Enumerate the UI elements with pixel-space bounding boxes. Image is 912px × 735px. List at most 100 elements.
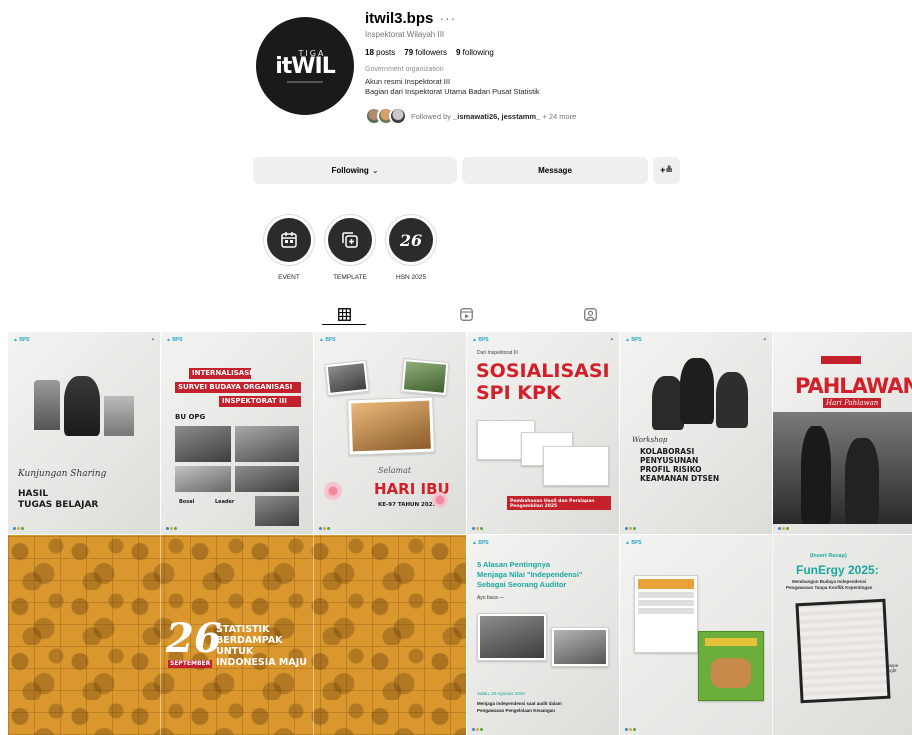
highlight-template[interactable]: TEMPLATE [324,214,376,281]
carousel-dots [319,527,330,530]
post-title: Menjaga Nilai "Independensi" [477,570,583,579]
hanging-photo [324,359,370,397]
post-tile[interactable]: PAHLAWAN Hari Pahlawan [773,332,912,534]
bps-logo-icon: ▲ BPS [472,337,489,343]
active-tab-indicator [322,324,366,325]
tab-tagged[interactable] [583,307,597,321]
highlight-ring [324,214,376,266]
post-subtitle: Pengawasan Tanpa Konflik Kepentingan [786,585,873,590]
event-flyer [698,631,764,701]
post-tile[interactable]: ▲ BPS ✦ Dari Inspektorat III SOSIALISASI… [467,332,619,534]
post-script-text: Workshop [632,436,668,444]
post-tile[interactable]: ▲ BPS Selamat HARI IBU KE-97 TAHUN 2025 [314,332,466,534]
post-brand: BU OPG [175,413,206,421]
highlight-hsn-2025[interactable]: 26 HSN 2025 [385,214,437,281]
avatar-logo-top: TIGA [298,49,326,58]
swipe-hint: Swipe Right [886,663,899,674]
username-row: itwil3.bps ··· [365,8,685,28]
template-icon [328,218,372,262]
profile-bio: Akun resmi Inspektorat III Bagian dari I… [365,77,685,97]
statue-photo [773,412,912,524]
bps-logo-icon: ▲ BPS [13,337,30,343]
post-tile[interactable]: ▲ BPS (Insert Recap) FunErgy 2025: Memba… [620,535,912,735]
profile-info: itwil3.bps ··· Inspektorat Wilayah III 1… [365,8,685,125]
posts-grid: ▲ BPS ✦ Kunjungan Sharing HASIL TUGAS BE… [8,332,912,735]
more-options-icon[interactable]: ··· [439,11,456,25]
profile-stats: 18 posts 79 followers 9 following [365,48,685,57]
post-title: INDONESIA MAJU [216,657,307,668]
post-title: BERDAMPAK [216,635,283,646]
followed-by[interactable]: Followed by _ismawati26, jesstamm_ + 24 … [365,107,685,125]
hanging-photo [347,396,435,456]
post-mark-icon: ✦ [150,337,155,343]
suggested-accounts-button[interactable]: +≗ [653,157,680,184]
event-badge [821,356,861,364]
post-subtitle: KE-97 TAHUN 2025 [378,502,437,508]
person-photo [680,358,714,424]
post-script-text: Hari Pahlawan [823,398,882,408]
post-tile[interactable]: ▲ BPS ✦ Workshop KOLABORASI PENYUSUNAN P… [620,332,772,534]
following-count[interactable]: 9 following [456,48,494,57]
post-tile[interactable]: ▲ BPS 5 Alasan Pentingnya Menjaga Nilai … [467,535,619,735]
carousel-dots [13,527,24,530]
followed-by-text: Followed by _ismawati26, jesstamm_ + 24 … [411,111,577,121]
event-flyer [634,575,698,653]
add-person-icon: +≗ [660,165,673,175]
meeting-photo [255,496,299,526]
post-kicker: Dari Inspektorat III [477,350,518,356]
post-script-text: Selamat [378,466,412,475]
bps-logo-icon: ▲ BPS [166,337,183,343]
post-kicker: (Insert Recap) [810,553,847,559]
followers-count[interactable]: 79 followers [404,48,447,57]
following-label: Following [331,166,369,175]
person-photo [64,376,100,436]
carousel-dots [625,728,636,731]
post-mark-icon: ✦ [609,337,614,343]
post-title: STATISTIK [216,624,270,635]
carousel-dots [166,527,177,530]
post-label: Bosal [179,499,195,505]
profile-avatar[interactable]: TIGA itWIL [256,17,354,115]
tab-posts[interactable] [337,307,351,321]
post-tile[interactable]: ▲ BPS INTERNALISASI SURVEI BUDAYA ORGANI… [161,332,313,534]
bio-line: Akun resmi Inspektorat III [365,77,451,86]
post-tile[interactable]: 26 SEPTEMBER STATISTIK BERDAMPAK UNTUK I… [8,535,466,735]
highlight-ring [263,214,315,266]
highlight-event[interactable]: EVENT [263,214,315,281]
highlight-label: HSN 2025 [396,274,426,281]
username: itwil3.bps [365,9,434,27]
posts-count: 18 posts [365,48,396,57]
message-label: Message [538,166,572,175]
post-title: KOLABORASI [640,447,695,456]
post-caption: Pembahasan Hasil dan Persiapan Pengambil… [510,499,595,509]
carousel-dots [778,527,789,530]
post-subtitle: Membangun Budaya Independensi [792,579,867,584]
meeting-photo [175,466,231,492]
statue-figure [801,426,831,524]
follower-avatars [365,107,407,125]
hsn-month: SEPTEMBER [168,660,213,668]
post-mark-icon: ✦ [762,337,767,343]
display-name: Inspektorat Wilayah III [365,30,445,39]
hsn-icon-glyph: 26 [399,230,423,250]
post-title: 5 Alasan Pentingnya [477,560,551,569]
bps-logo-icon: ▲ BPS [625,540,642,546]
profile-category: Government organization [365,66,444,73]
post-footer: Sabtu, 20 Agustus 2025 [477,691,525,696]
avatar-logo-underline [287,81,323,83]
tab-reels[interactable] [459,307,473,321]
photo-frame [795,598,891,704]
post-title: HASIL [18,489,49,499]
post-tile[interactable]: ▲ BPS ✦ Kunjungan Sharing HASIL TUGAS BE… [8,332,160,534]
bps-logo-icon: ▲ BPS [472,540,489,546]
presentation-slide [543,446,609,486]
following-button[interactable]: Following ⌄ [253,157,457,184]
post-title: PROFIL RISIKO [640,465,702,474]
chevron-down-icon: ⌄ [371,166,379,175]
hsn-icon: 26 [389,218,433,262]
message-button[interactable]: Message [462,157,648,184]
calendar-icon [267,218,311,262]
post-title: PAHLAWAN [795,374,912,398]
post-title: SOSIALISASI [476,360,610,382]
building-photo [104,396,134,436]
